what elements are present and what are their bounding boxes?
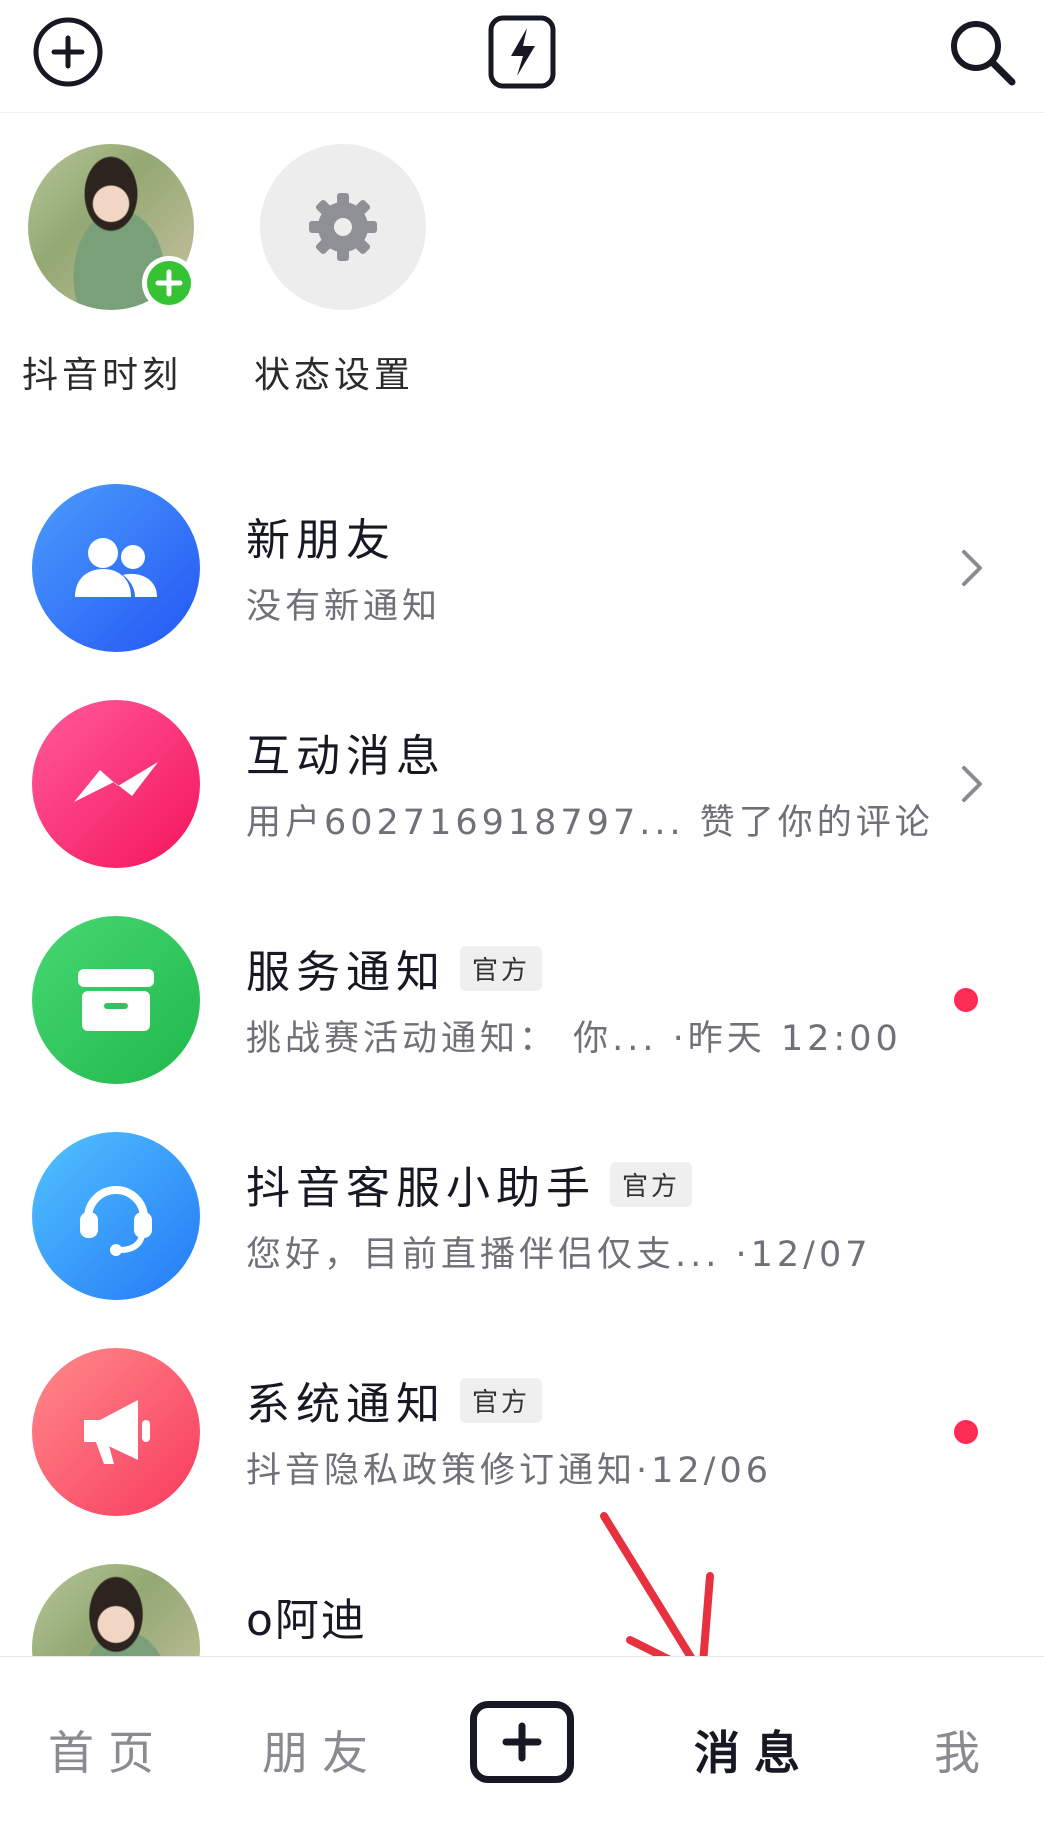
stories-strip: 抖音时刻 状态设置 xyxy=(0,140,1044,400)
story-label: 抖音时刻 xyxy=(21,355,182,396)
tab-home[interactable]: 首页 xyxy=(48,1717,168,1783)
message-subtitle: 没有新通知 xyxy=(246,587,442,627)
megaphone-icon xyxy=(32,1348,200,1516)
tab-messages[interactable]: 消息 xyxy=(694,1717,814,1783)
story-label: 状态设置 xyxy=(253,355,414,396)
gear-icon xyxy=(260,144,426,310)
message-title: 互动消息 xyxy=(246,731,446,782)
list-item-interactions[interactable]: 互动消息 用户602716918797... 赞了你的评论 xyxy=(0,676,1044,892)
official-badge: 官方 xyxy=(610,1161,693,1207)
top-bar xyxy=(0,0,1044,113)
official-badge: 官方 xyxy=(460,1377,543,1423)
chevron-right-icon xyxy=(962,550,982,586)
list-item-system-notifications[interactable]: 系统通知 官方 抖音隐私政策修订通知·12/06 xyxy=(0,1324,1044,1540)
messenger-bolt-icon xyxy=(32,700,200,868)
message-title: 抖音客服小助手 官方 xyxy=(246,1152,693,1216)
headset-icon xyxy=(32,1132,200,1300)
list-item-new-friends[interactable]: 新朋友 没有新通知 xyxy=(0,460,1044,676)
plus-circle-icon[interactable] xyxy=(28,12,108,92)
message-subtitle: 抖音隐私政策修订通知·12/06 xyxy=(246,1451,772,1491)
unread-dot xyxy=(954,1420,978,1444)
plus-square-icon xyxy=(502,1722,542,1762)
official-badge: 官方 xyxy=(460,945,543,991)
lightning-box-icon[interactable] xyxy=(482,12,562,92)
message-subtitle: 挑战赛活动通知： 你... ·昨天 12:00 xyxy=(246,1019,902,1059)
green-plus-icon xyxy=(142,256,196,310)
tab-me[interactable]: 我 xyxy=(934,1717,994,1783)
list-item-service-notifications[interactable]: 服务通知 官方 挑战赛活动通知： 你... ·昨天 12:00 xyxy=(0,892,1044,1108)
message-title: o阿迪 xyxy=(246,1595,367,1646)
bottom-navigation: 首页 朋友 消息 我 xyxy=(0,1656,1044,1828)
inbox-box-icon xyxy=(32,916,200,1084)
message-title: 系统通知 官方 xyxy=(246,1368,543,1432)
create-button[interactable] xyxy=(470,1701,574,1783)
tab-friends[interactable]: 朋友 xyxy=(262,1717,382,1783)
list-item-customer-service[interactable]: 抖音客服小助手 官方 您好，目前直播伴侣仅支... ·12/07 xyxy=(0,1108,1044,1324)
message-title: 新朋友 xyxy=(246,515,396,566)
search-icon[interactable] xyxy=(942,12,1022,92)
chevron-right-icon xyxy=(962,766,982,802)
message-subtitle: 您好，目前直播伴侣仅支... ·12/07 xyxy=(246,1235,872,1275)
message-subtitle: 用户602716918797... 赞了你的评论 xyxy=(246,803,934,843)
message-title: 服务通知 官方 xyxy=(246,936,543,1000)
people-icon xyxy=(32,484,200,652)
unread-dot xyxy=(954,988,978,1012)
